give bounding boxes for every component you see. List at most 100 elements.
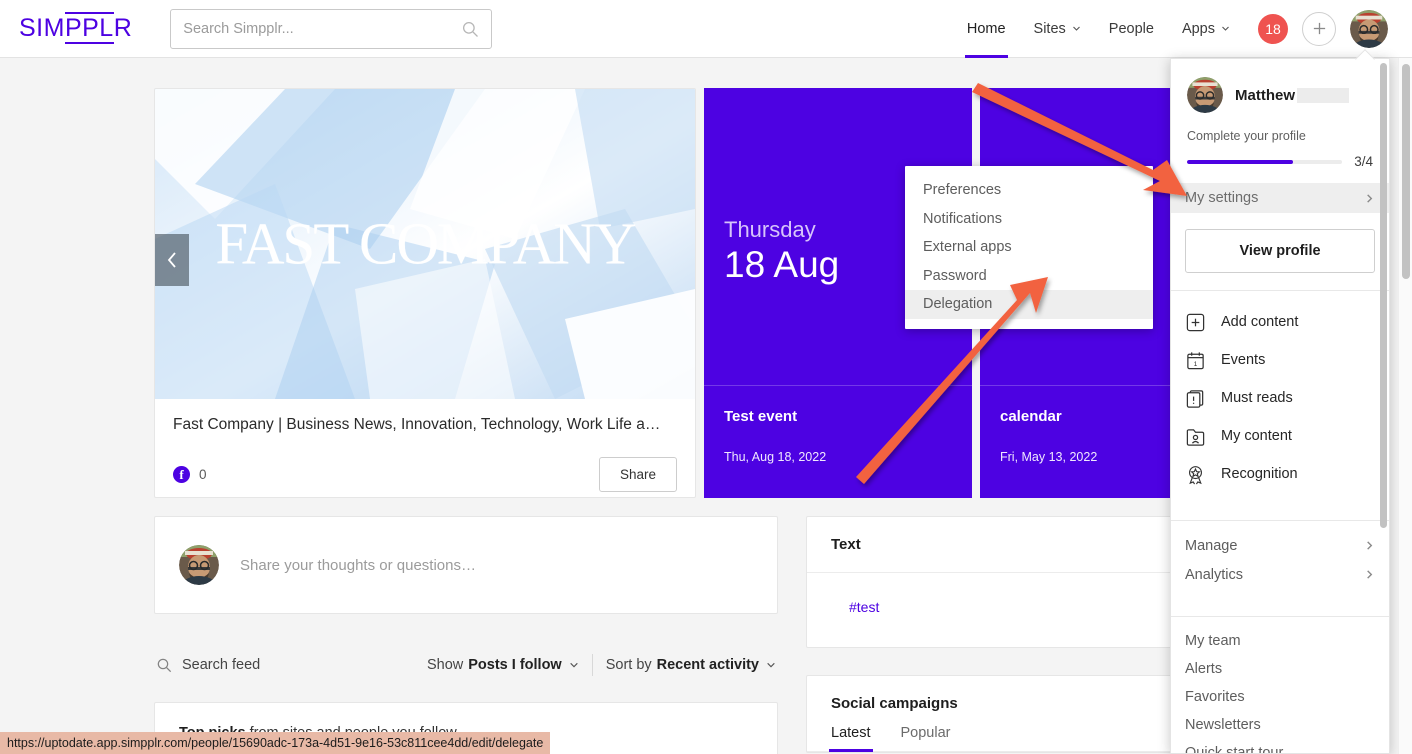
chevron-right-icon (1367, 570, 1373, 579)
simpplr-logo[interactable]: SIMPPLR (19, 12, 133, 44)
logo-text-underlined: PPL (64, 12, 114, 44)
my-settings-label: My settings (1185, 190, 1259, 206)
menu-item-newsletters[interactable]: Newsletters (1171, 711, 1389, 739)
my-settings-submenu: Preferences Notifications External apps … (905, 166, 1153, 329)
profile-progress: 3/4 (1187, 154, 1373, 169)
profile-avatar (1187, 77, 1223, 113)
calendar-icon: 1 (1187, 351, 1204, 369)
carousel-prev-button[interactable] (155, 234, 189, 286)
menu-item-favorites[interactable]: Favorites (1171, 683, 1389, 711)
sort-filter-label: Sort by (605, 657, 652, 673)
user-avatar-button[interactable] (1350, 9, 1388, 48)
status-bar-url: https://uptodate.app.simpplr.com/people/… (0, 732, 551, 754)
menu-label-must-reads: Must reads (1221, 390, 1293, 406)
filter-divider (591, 654, 593, 676)
plus-icon (1313, 22, 1325, 35)
notification-badge[interactable]: 18 (1258, 13, 1288, 44)
profile-name-row: Matthew (1235, 87, 1349, 104)
hero-image-title: FAST COMPANY (215, 210, 636, 277)
event-title-2: calendar (1000, 408, 1062, 425)
feed-controls: Search feed Show Posts I follow Sort by … (154, 642, 778, 688)
logo-text-part1: SIM (19, 14, 65, 42)
hero-image: FAST COMPANY (155, 89, 695, 399)
post-composer[interactable]: Share your thoughts or questions… (154, 516, 778, 614)
menu-item-quick-start-tour[interactable]: Quick start tour (1171, 739, 1389, 753)
global-search[interactable] (170, 8, 493, 49)
nav-item-home[interactable]: Home (953, 0, 1020, 58)
facebook-icon: f (173, 466, 190, 484)
submenu-item-password[interactable]: Password (905, 262, 1153, 291)
hashtag-link[interactable]: #test (849, 599, 879, 615)
menu-item-analytics[interactable]: Analytics (1171, 560, 1389, 589)
profile-other-list: My team Alerts Favorites Newsletters Qui… (1171, 617, 1389, 753)
dropdown-scrollbar-thumb[interactable] (1380, 63, 1387, 528)
chevron-left-icon (167, 252, 176, 268)
my-content-icon (1186, 428, 1205, 446)
menu-label-recognition: Recognition (1221, 466, 1298, 482)
hero-footer: f 0 Share (173, 457, 677, 493)
menu-label-analytics: Analytics (1185, 566, 1244, 583)
sort-filter[interactable]: Sort by Recent activity (606, 657, 776, 673)
facebook-share-count: 0 (199, 467, 207, 483)
primary-nav: Home Sites People Apps 18 (953, 0, 1412, 58)
profile-user-row[interactable]: Matthew (1187, 77, 1373, 113)
menu-item-manage[interactable]: Manage (1171, 531, 1389, 560)
search-icon (463, 21, 479, 37)
my-settings-menu-item[interactable]: My settings (1171, 183, 1389, 213)
show-filter[interactable]: Show Posts I follow (427, 657, 579, 673)
hero-meta: Fast Company | Business News, Innovation… (155, 399, 695, 493)
menu-item-recognition[interactable]: Recognition (1171, 455, 1389, 493)
menu-item-my-team[interactable]: My team (1171, 627, 1389, 655)
notification-count: 18 (1265, 20, 1281, 37)
add-content-icon (1186, 313, 1205, 331)
must-reads-icon (1186, 389, 1204, 408)
feed-column: Share your thoughts or questions… Search… (154, 516, 778, 754)
submenu-item-delegation[interactable]: Delegation (905, 290, 1153, 319)
progress-fraction: 3/4 (1354, 154, 1373, 169)
browser-viewport: SIMPPLR Home Sites People Apps (0, 0, 1412, 754)
show-filter-label: Show (426, 657, 464, 673)
chevron-down-icon (1222, 26, 1229, 31)
submenu-item-notifications[interactable]: Notifications (905, 205, 1153, 234)
menu-item-events[interactable]: 1 Events (1171, 341, 1389, 379)
hero-card: FAST COMPANY Fast Company | Business New… (154, 88, 696, 498)
menu-item-add-content[interactable]: Add content (1171, 303, 1389, 341)
nav-label-sites: Sites (1033, 20, 1066, 37)
share-button[interactable]: Share (598, 457, 677, 493)
feed-filters: Show Posts I follow Sort by Recent activ… (427, 654, 776, 676)
chevron-right-icon (1367, 541, 1373, 550)
add-button[interactable] (1302, 11, 1336, 46)
feed-search-button[interactable]: Search feed (156, 657, 260, 673)
nav-label-people: People (1108, 20, 1154, 37)
menu-label-my-content: My content (1221, 428, 1292, 444)
sort-filter-value: Recent activity (656, 657, 759, 673)
complete-profile-label: Complete your profile (1187, 129, 1306, 143)
menu-item-alerts[interactable]: Alerts (1171, 655, 1389, 683)
chevron-down-icon (1072, 26, 1080, 31)
event-divider-1 (704, 385, 972, 386)
menu-item-must-reads[interactable]: Must reads (1171, 379, 1389, 417)
tab-latest[interactable]: Latest (829, 725, 872, 752)
submenu-item-preferences[interactable]: Preferences (905, 176, 1153, 205)
logo-text-part2: R (113, 14, 133, 42)
nav-item-people[interactable]: People (1095, 0, 1168, 58)
event-title-1: Test event (724, 408, 798, 425)
nav-item-sites[interactable]: Sites (1020, 0, 1095, 58)
composer-placeholder[interactable]: Share your thoughts or questions… (240, 557, 476, 574)
user-avatar (1187, 77, 1223, 113)
view-profile-button[interactable]: View profile (1185, 229, 1375, 273)
search-input[interactable] (183, 20, 462, 37)
page-scrollbar-track[interactable] (1398, 58, 1412, 754)
hero-headline[interactable]: Fast Company | Business News, Innovation… (173, 415, 677, 435)
menu-item-my-content[interactable]: My content (1171, 417, 1389, 455)
chevron-right-icon (1367, 193, 1373, 203)
composer-avatar (179, 545, 219, 585)
profile-admin-list: Manage Analytics (1171, 521, 1389, 599)
nav-item-apps[interactable]: Apps (1168, 0, 1244, 58)
tab-popular[interactable]: Popular (901, 725, 951, 751)
page-scrollbar-thumb[interactable] (1402, 64, 1410, 279)
recognition-badge-icon (1189, 465, 1202, 484)
profile-lastname-redacted (1297, 88, 1349, 104)
progress-track (1187, 159, 1343, 164)
submenu-item-external-apps[interactable]: External apps (905, 233, 1153, 262)
